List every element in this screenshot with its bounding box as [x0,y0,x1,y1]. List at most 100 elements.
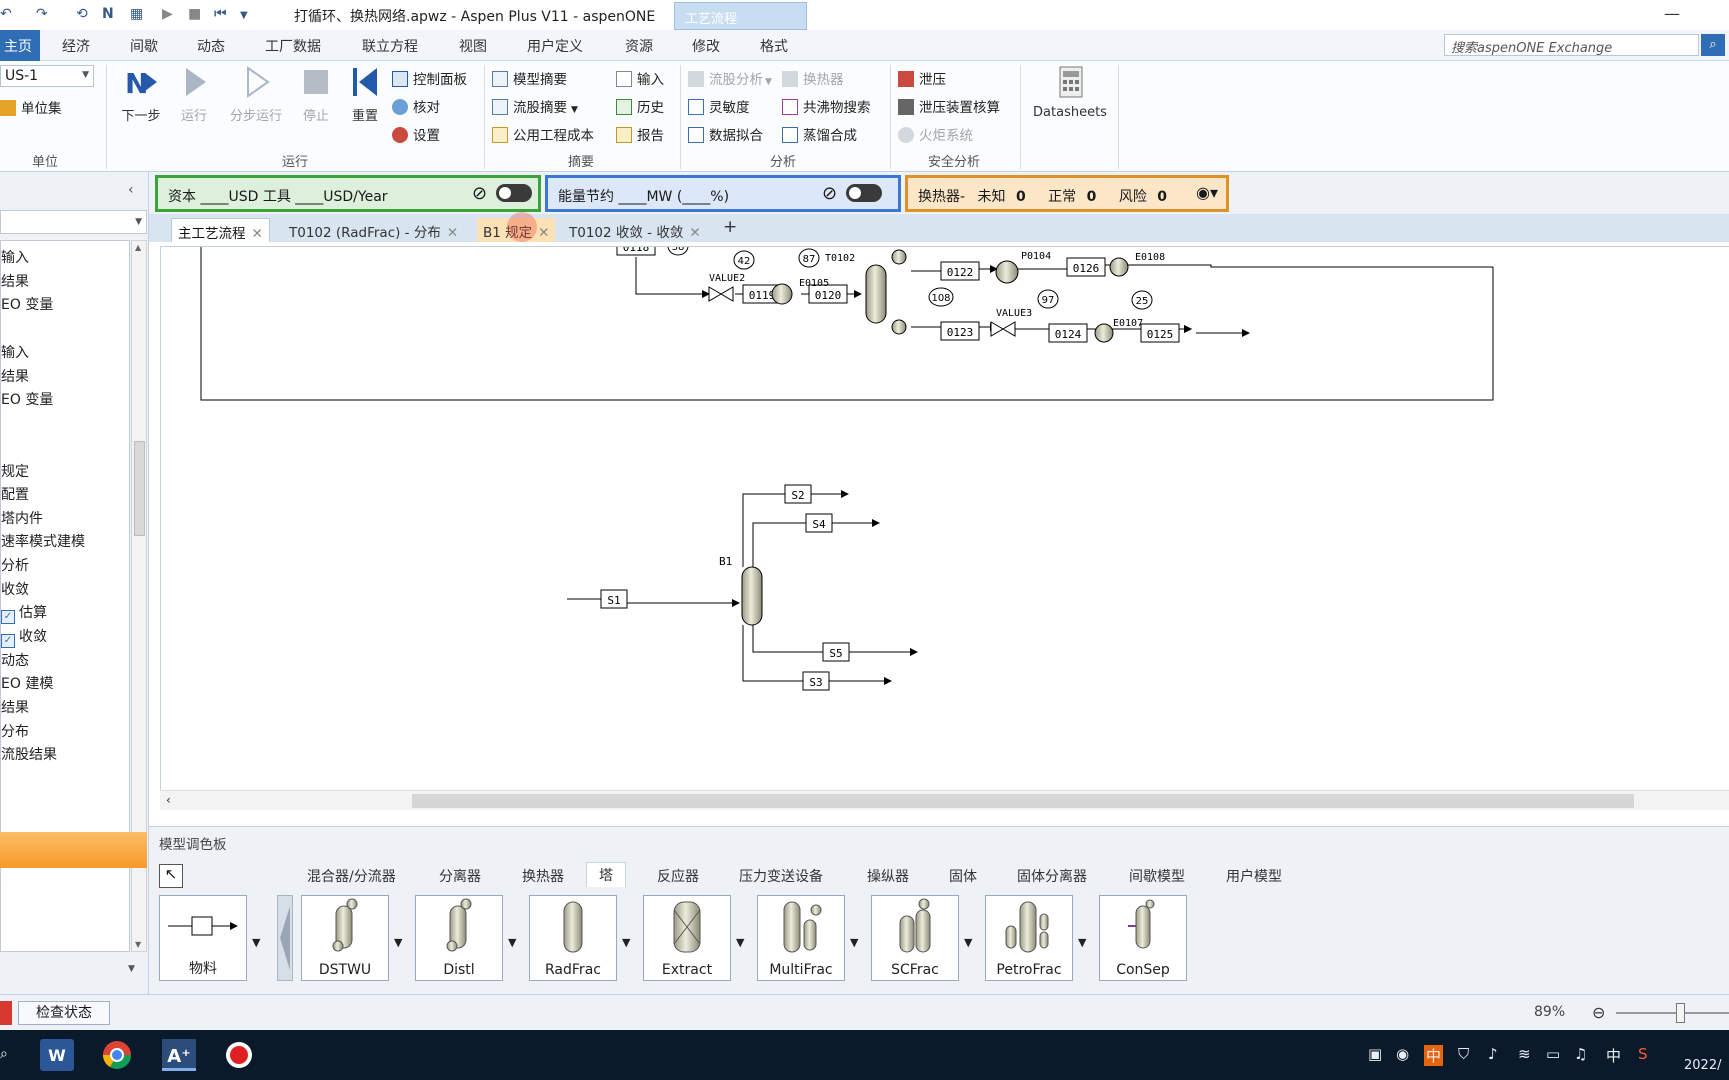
customize-icon[interactable]: ▼ [240,10,248,21]
palette-tab-columns[interactable]: 塔 [586,862,626,887]
next-step-button[interactable]: N 下一步 [116,65,166,124]
nav-item[interactable]: 输入 [1,342,29,362]
relief-check-button[interactable]: 泄压装置核算 [898,96,1000,116]
tray-microphone-icon[interactable]: ♪ [1488,1045,1498,1063]
tray-volume-icon[interactable]: ♫ [1574,1045,1587,1063]
nav-item[interactable]: 收敛 [1,579,29,599]
nav-item[interactable]: EO 变量 [1,294,53,314]
stream-s3[interactable]: S3 [802,671,830,691]
chevron-down-icon[interactable]: ▼ [850,936,858,949]
palette-item-multifrac[interactable]: MultiFrac [757,895,845,981]
close-icon[interactable]: ✕ [447,225,458,241]
scroll-thumb[interactable] [412,794,1634,808]
search-icon[interactable]: ⌕ [1701,34,1725,56]
stop-icon[interactable]: ■ [188,6,201,22]
nav-item[interactable]: ✓ 收敛 [1,626,47,648]
nav-item[interactable]: 分布 [1,721,29,741]
tray-shield-icon[interactable]: ⛉ [1458,1045,1469,1063]
tab-format[interactable]: 格式 [760,36,788,56]
model-summary-button[interactable]: 模型摘要 [492,68,567,88]
tray-battery-icon[interactable]: ▭ [1546,1045,1560,1063]
doc-tab-main-flowsheet[interactable]: 主工艺流程 ✕ [171,218,270,242]
window-icon[interactable]: ▦ [130,6,143,22]
canvas-horizontal-scrollbar[interactable]: ‹ [160,790,1729,810]
stream-0126[interactable]: 0126 [1066,257,1106,277]
navigation-filter-combo[interactable]: ▼ [0,210,147,234]
doc-tab-t0102-profiles[interactable]: T0102 (RadFrac) - 分布 ✕ [283,218,464,242]
tab-equation-oriented[interactable]: 联立方程 [362,36,418,56]
nav-item[interactable]: 塔内件 [1,508,43,528]
palette-item-radfrac[interactable]: RadFrac [529,895,617,981]
stream-s1[interactable]: S1 [600,589,628,609]
stream-s5[interactable]: S5 [822,642,850,662]
palette-tab-reactors[interactable]: 反应器 [657,866,699,886]
pressure-relief-button[interactable]: 泄压 [898,68,946,88]
close-icon[interactable]: ✕ [538,225,549,241]
minimize-button[interactable]: — [1664,4,1680,23]
block-p0104[interactable]: P0104 [995,251,1051,284]
run-button[interactable]: 运行 [172,65,216,124]
stream-summary-button[interactable]: 流股摘要 ▼ [492,96,578,116]
screen-recorder-icon[interactable] [222,1039,256,1071]
data-fit-button[interactable]: 数据拟合 [688,124,763,144]
word-icon[interactable]: W [40,1039,74,1071]
tab-customize[interactable]: 用户定义 [527,36,583,56]
nav-item[interactable]: 规定 [1,461,29,481]
input-method-indicator[interactable]: 中 [1606,1045,1621,1066]
stream-0125[interactable]: 0125 [1140,323,1180,343]
nav-item[interactable]: 结果 [1,271,29,291]
palette-item-scfrac[interactable]: SCFrac [871,895,959,981]
palette-tab-pressure-changers[interactable]: 压力变送设备 [739,866,823,886]
tab-dynamics[interactable]: 动态 [197,36,225,56]
cost-toggle[interactable] [496,184,532,202]
block-e0107[interactable]: E0107 [1094,318,1143,343]
close-icon[interactable]: ✕ [252,226,263,242]
next-step-icon[interactable]: N [102,6,114,22]
nav-item[interactable]: 结果 [1,697,29,717]
aspen-plus-icon[interactable]: A⁺ [162,1039,196,1071]
stream-s4[interactable]: S4 [805,513,833,533]
palette-item-distl[interactable]: Distl [415,895,503,981]
stop-button[interactable]: 停止 [296,65,336,124]
tray-ime-logo-icon[interactable]: 中 [1424,1045,1444,1066]
nav-item[interactable]: 速率模式建模 [1,531,85,551]
flowsheet-canvas[interactable]: 0118 0119 0120 0122 0123 0124 0125 0126 … [160,246,1729,790]
nav-item[interactable]: EO 建模 [1,673,53,693]
palette-scroll-left[interactable] [277,895,293,981]
chrome-icon[interactable] [100,1039,134,1071]
stream-0124[interactable]: 0124 [1048,323,1088,343]
block-value2[interactable]: VALUE2 [708,273,745,302]
taskbar-date[interactable]: 2022/ [1684,1058,1721,1073]
azeotrope-search-button[interactable]: 共沸物搜索 [782,96,871,116]
nav-item[interactable]: 输入 [1,247,29,267]
palette-tab-manipulators[interactable]: 操纵器 [867,866,909,886]
palette-tab-mixers[interactable]: 混合器/分流器 [307,866,396,886]
palette-tab-batch-models[interactable]: 间歇模型 [1129,866,1185,886]
flare-system-button[interactable]: 火炬系统 [898,124,973,144]
tray-sogou-icon[interactable]: S [1638,1045,1648,1063]
zoom-slider-thumb[interactable] [1676,1003,1685,1023]
tab-batch[interactable]: 间歇 [130,36,158,56]
palette-tab-exchangers[interactable]: 换热器 [522,866,564,886]
block-value3[interactable]: VALUE3 [990,308,1032,337]
stream-0118[interactable]: 0118 [616,247,656,256]
chevron-down-icon[interactable]: ▼ [252,936,260,949]
chevron-down-icon[interactable]: ▼ [736,936,744,949]
block-b1[interactable]: B1 [719,555,763,626]
palette-item-material-stream[interactable]: 物料 [159,895,247,981]
chevron-down-icon[interactable]: ▼ [128,964,135,974]
tab-view[interactable]: 视图 [459,36,487,56]
redo-icon[interactable]: ↷ [36,6,48,22]
nav-item[interactable]: EO 变量 [1,389,53,409]
control-panel-button[interactable]: 控制面板 [392,68,467,88]
tab-resources[interactable]: 资源 [625,36,653,56]
scroll-thumb[interactable] [134,441,145,536]
energy-toggle[interactable] [846,184,882,202]
nav-item[interactable]: 配置 [1,484,29,504]
tray-wifi-icon[interactable]: ≋ [1518,1045,1531,1063]
zoom-out-icon[interactable]: ⊖ [1592,1003,1605,1022]
chevron-down-icon[interactable]: ▼ [622,936,630,949]
hx-options-icon[interactable]: ◉▾ [1196,183,1218,202]
reset-icon[interactable]: ⏮ [214,6,227,22]
nav-item[interactable]: 分析 [1,555,29,575]
